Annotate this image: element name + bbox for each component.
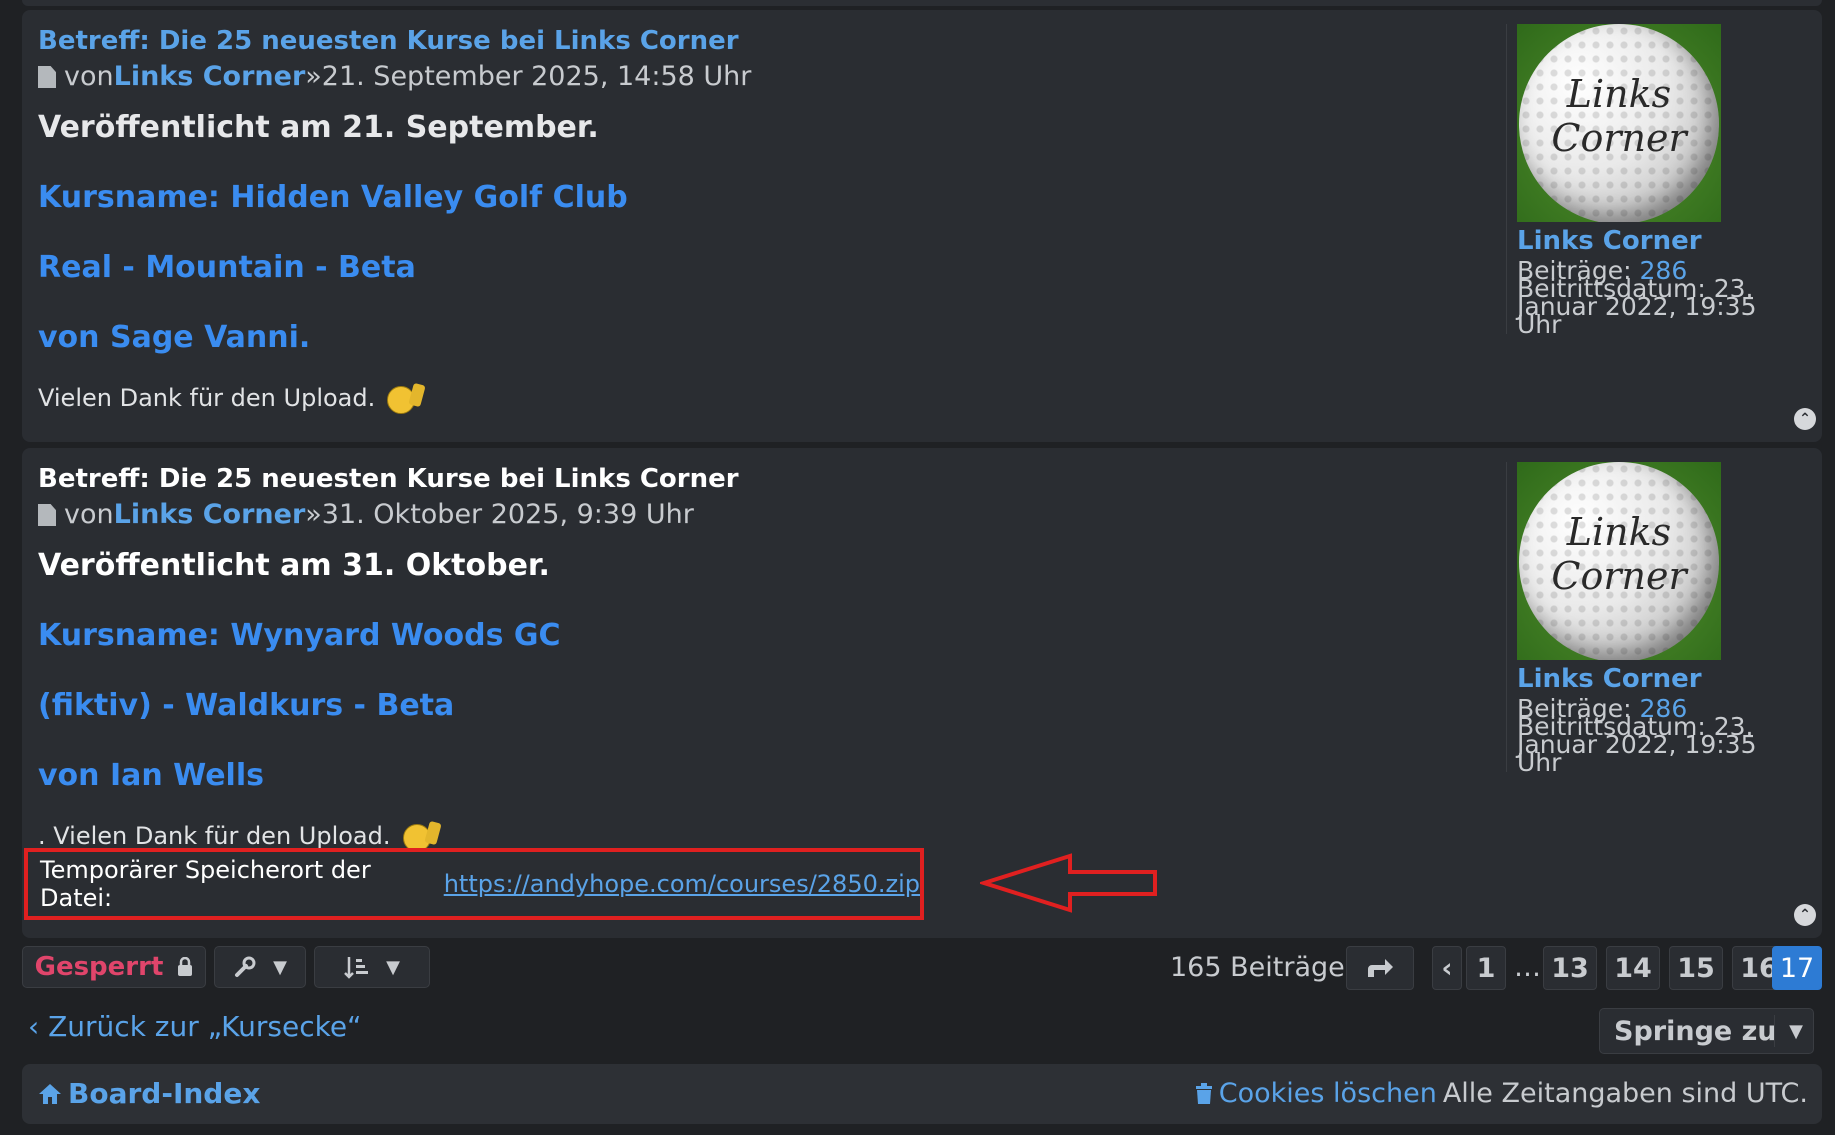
red-arrow-annotation [980,853,1157,913]
course-type: Real - Mountain - Beta [38,250,416,285]
course-creator: von Ian Wells [38,758,264,793]
thumbs-up-smiley-icon [387,384,423,414]
jump-to-dropdown[interactable]: Springe zu ▼ [1599,1008,1814,1054]
profile-stats: Beiträge: 286 Beitrittsdatum: 23. Januar… [1517,258,1806,337]
course-name: Kursname: Hidden Valley Golf Club [38,180,628,215]
post-date: »31. Oktober 2025, 9:39 Uhr [305,499,694,530]
author-profile: Links Corner Links Corner Beiträge: 286 … [1506,462,1806,775]
post-lead: Veröffentlicht am 31. Oktober. [38,548,550,583]
post-content: Veröffentlicht am 21. September. Kursnam… [38,108,1498,414]
page-ellipsis: … [1514,952,1541,983]
post-subject-link[interactable]: Betreff: Die 25 neuesten Kurse bei Links… [38,24,1498,58]
tools-dropdown-button[interactable]: ▼ [214,946,306,988]
chevron-left-icon: ‹ [28,1010,49,1043]
share-arrow-icon [1368,959,1393,977]
divider [1774,1015,1775,1047]
thumbs-up-smiley-icon [402,822,439,852]
download-link[interactable]: https://andyhope.com/courses/2850.zip [444,870,920,898]
avatar-text-line2: Corner [1551,116,1687,160]
course-type: (fiktiv) - Waldkurs - Beta [38,688,455,723]
profile-stats: Beiträge: 286 Beitrittsdatum: 23. Januar… [1517,696,1806,775]
post-1: Betreff: Die 25 neuesten Kurse bei Links… [22,10,1822,442]
author-profile: Links Corner Links Corner Beiträge: 286 … [1506,24,1806,337]
page-17-current[interactable]: 17 [1772,946,1822,990]
previous-post-edge [22,0,1822,6]
post-subject[interactable]: Betreff: Die 25 neuesten Kurse bei Links… [38,462,1498,496]
post-count: 165 Beiträge [1170,952,1345,983]
course-name: Kursname: Wynyard Woods GC [38,618,561,653]
thanks-label: Vielen Dank für den Upload. [38,384,376,412]
post-body: Betreff: Die 25 neuesten Kurse bei Links… [38,462,1498,852]
share-page-button[interactable] [1346,946,1414,990]
chevron-down-icon: ▼ [386,956,400,978]
post-author-line: von Links Corner »21. September 2025, 14:5… [38,58,1498,96]
author-name[interactable]: Links Corner [114,496,306,534]
page-15[interactable]: 15 [1669,946,1723,990]
avatar-text-line1: Links [1566,510,1672,554]
course-creator: von Sage Vanni. [38,320,311,355]
post-author-line: von Links Corner »31. Oktober 2025, 9:39 U… [38,496,1498,534]
avatar[interactable]: Links Corner [1517,24,1721,222]
post-body: Betreff: Die 25 neuesten Kurse bei Links… [38,24,1498,414]
post-lead: Veröffentlicht am 21. September. [38,110,599,145]
profile-username[interactable]: Links Corner [1517,664,1806,694]
temp-location-label: Temporärer Speicherort der Datei: [40,856,371,912]
avatar-text-line2: Corner [1551,554,1687,598]
back-to-forum-link[interactable]: ‹ Zurück zur „Kursecke“ [28,1010,362,1043]
timezone-note: Alle Zeitangaben sind UTC. [1442,1078,1808,1109]
chevron-down-icon: ▼ [273,956,287,978]
thanks-label: . Vielen Dank für den Upload. [38,822,391,850]
author-name[interactable]: Links Corner [114,58,306,96]
footer-right: Cookies löschen Alle Zeitangaben sind UT… [1195,1078,1808,1109]
page-1[interactable]: 1 [1466,946,1506,990]
sort-dropdown-button[interactable]: ▼ [314,946,430,988]
jump-label: Springe zu [1614,1015,1777,1047]
back-label: Zurück zur „Kursecke“ [48,1010,362,1043]
author-by: von [64,61,114,92]
author-by: von [64,499,114,530]
avatar[interactable]: Links Corner [1517,462,1721,660]
home-icon [39,1083,61,1104]
sort-icon [344,957,369,979]
lock-icon [178,957,193,976]
back-to-top-icon[interactable]: ⌃ [1794,904,1816,926]
previous-page-button[interactable]: ‹ [1432,946,1462,990]
post-content: Veröffentlicht am 31. Oktober. Kursname:… [38,546,1498,852]
locked-label: Gesperrt [34,952,164,982]
topic-action-bar: Gesperrt ▼ ▼ 165 Beiträge ‹ 1 … 13 14 15… [22,946,1822,990]
post-document-icon[interactable] [38,504,56,526]
delete-cookies-link[interactable]: Cookies löschen [1219,1078,1437,1109]
footer-bar: Board-Index Cookies löschen Alle Zeitang… [22,1064,1822,1124]
board-index-link[interactable]: Board-Index [38,1077,260,1110]
locked-button[interactable]: Gesperrt [22,946,206,988]
temporary-location-highlight: Temporärer Speicherort der Datei: https:/… [24,848,924,920]
post-document-icon[interactable] [38,66,56,88]
wrench-icon [235,956,256,977]
chevron-left-icon: ‹ [1441,952,1453,984]
trash-icon [1195,1082,1212,1104]
chevron-down-icon: ▼ [1789,1020,1803,1042]
back-to-top-icon[interactable]: ⌃ [1794,408,1816,430]
thanks-text: Vielen Dank für den Upload. [38,384,1498,414]
page-14[interactable]: 14 [1606,946,1660,990]
page-13[interactable]: 13 [1543,946,1597,990]
post-2: Betreff: Die 25 neuesten Kurse bei Links… [22,448,1822,938]
profile-username[interactable]: Links Corner [1517,226,1806,256]
post-date: »21. September 2025, 14:58 Uhr [305,61,752,92]
avatar-text-line1: Links [1566,72,1672,116]
thanks-text: . Vielen Dank für den Upload. [38,822,1498,852]
board-index-label: Board-Index [68,1077,261,1110]
